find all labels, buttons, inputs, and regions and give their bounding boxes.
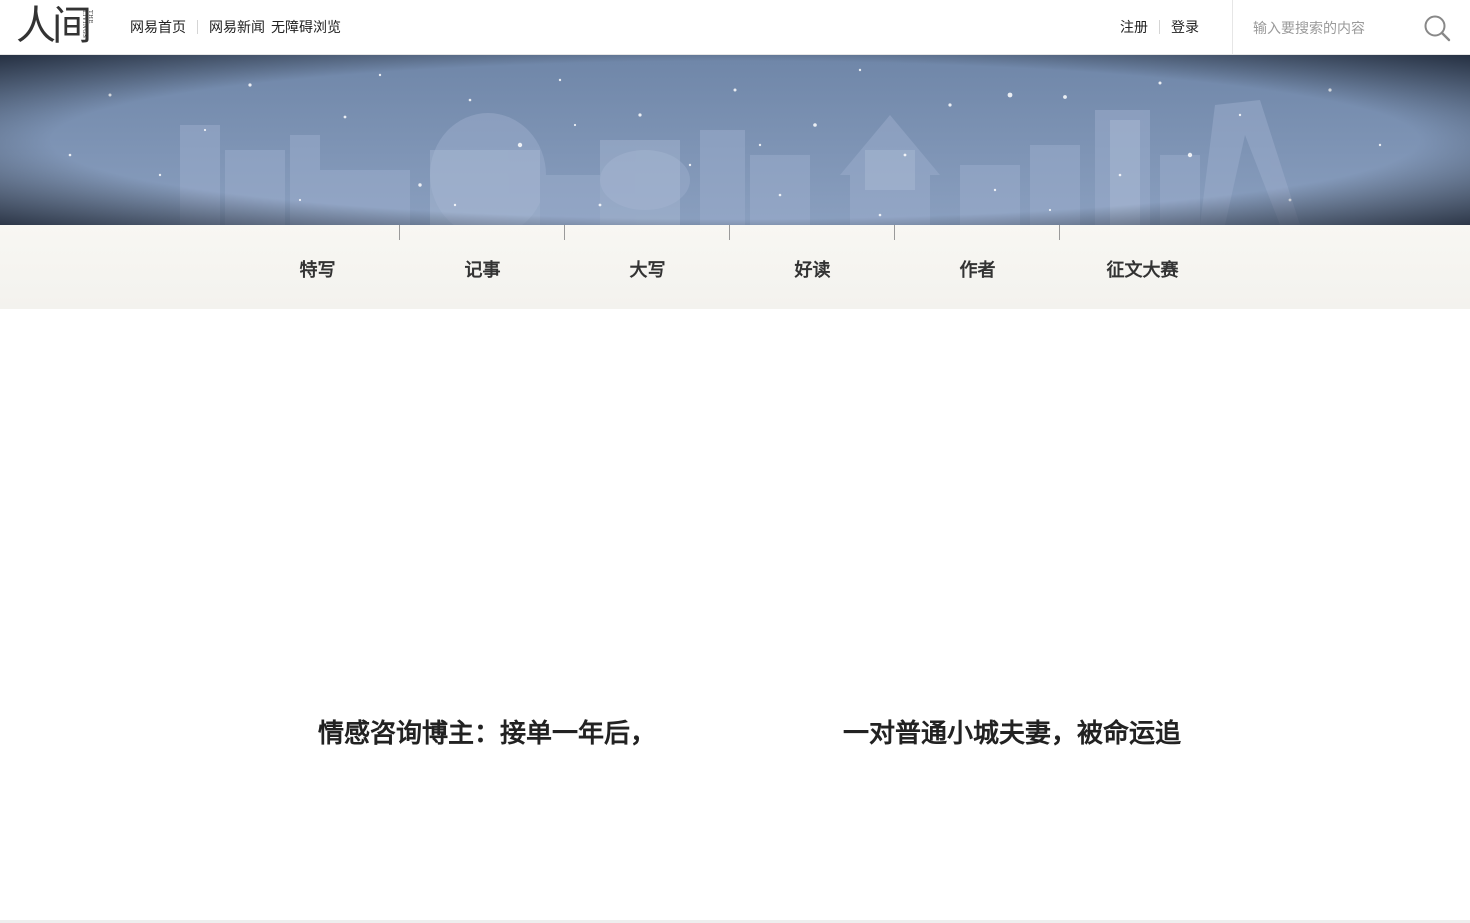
snowy-city-banner <box>0 55 1470 225</box>
channel-item-records: 记事 <box>400 225 565 309</box>
divider <box>1159 20 1160 34</box>
login-link[interactable]: 登录 <box>1171 17 1199 37</box>
netease-home-link[interactable]: 网易首页 <box>130 17 186 37</box>
divider <box>197 20 198 34</box>
top-bar: 人间 THE LIVINGS 网易首页 网易新闻 无障碍浏览 注册 登录 <box>0 0 1470 55</box>
channel-item-good-reads: 好读 <box>730 225 895 309</box>
top-nav: 网易首页 网易新闻 无障碍浏览 <box>130 17 341 37</box>
tab-features[interactable]: 特写 <box>235 256 400 282</box>
auth-links: 注册 登录 <box>1120 17 1199 37</box>
channel-item-features: 特写 <box>235 225 400 309</box>
logo-mark: 人间 <box>16 3 92 49</box>
headline-link[interactable]: 情感咨询博主：接单一年后， <box>318 713 656 750</box>
banner-illustration <box>0 55 1470 225</box>
channel-item-capital: 大写 <box>565 225 730 309</box>
netease-news-link[interactable]: 网易新闻 <box>209 17 265 37</box>
search-button[interactable] <box>1423 14 1451 42</box>
register-link[interactable]: 注册 <box>1120 17 1148 37</box>
channel-nav: 特写 记事 大写 好读 作者 征文大赛 <box>0 225 1470 309</box>
search-box <box>1232 0 1470 55</box>
logo-subtext: THE LIVINGS <box>81 10 93 39</box>
site-logo[interactable]: 人间 THE LIVINGS <box>16 4 96 50</box>
tab-good-reads[interactable]: 好读 <box>730 256 895 282</box>
search-icon <box>1424 15 1451 42</box>
tab-essay-contest[interactable]: 征文大赛 <box>1060 256 1225 282</box>
channel-item-authors: 作者 <box>895 225 1060 309</box>
accessibility-link[interactable]: 无障碍浏览 <box>271 17 341 37</box>
tab-capital[interactable]: 大写 <box>565 256 730 282</box>
search-input[interactable] <box>1253 17 1403 39</box>
tab-records[interactable]: 记事 <box>400 256 565 282</box>
channel-item-contest: 征文大赛 <box>1060 225 1225 309</box>
tab-authors[interactable]: 作者 <box>895 256 1060 282</box>
headline-link[interactable]: 一对普通小城夫妻，被命运追 <box>843 713 1181 750</box>
